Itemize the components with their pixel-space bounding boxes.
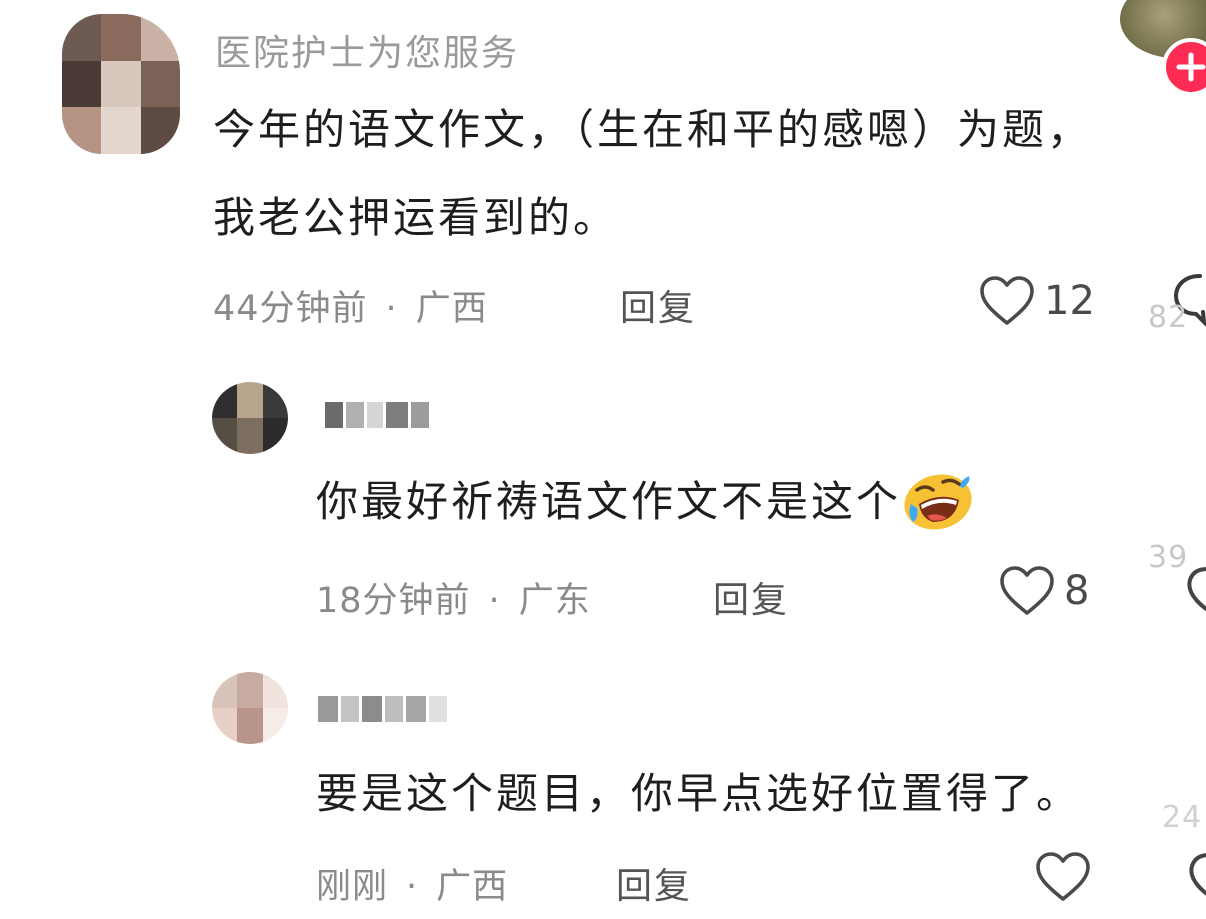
like-icon[interactable] <box>1178 560 1206 620</box>
heart-icon <box>1036 852 1090 901</box>
heart-icon <box>1000 566 1054 615</box>
partial-count: 24 <box>1162 800 1203 835</box>
avatar-pixel <box>101 14 141 61</box>
rolling-on-floor-laughing-emoji <box>904 474 972 530</box>
reply-button[interactable]: 回复 <box>616 857 692 909</box>
like-icon[interactable] <box>1180 846 1206 906</box>
heart-icon <box>980 276 1034 325</box>
avatar-pixel <box>262 708 288 744</box>
avatar-pixel <box>212 708 238 744</box>
avatar-pixel <box>237 672 263 708</box>
reply-username[interactable] <box>318 696 447 722</box>
avatar-pixel <box>212 672 238 708</box>
avatar-pixel <box>212 382 238 418</box>
avatar-pixel <box>62 107 102 154</box>
meta-separator: · <box>406 867 419 907</box>
comment-region: 广西 <box>436 867 509 907</box>
avatar-pixel <box>237 382 263 418</box>
avatar-pixel <box>262 418 288 454</box>
partial-count: 82 <box>1148 300 1189 335</box>
like-button[interactable]: 8 <box>998 564 1089 618</box>
comment-text: 我老公押运看到的。 <box>213 193 619 242</box>
comment-section: 82 39 24 医院护士为您服务 今年的语文作文，（生在和平的感嗯）为题， 我… <box>0 0 1206 919</box>
avatar-pixel <box>140 60 180 108</box>
comment-meta: 18分钟前 · 广东 <box>316 572 591 623</box>
comment-text-body: 你最好祈祷语文作文不是这个 <box>316 477 902 526</box>
follow-plus-button[interactable] <box>1162 38 1206 96</box>
avatar-pixel <box>62 60 102 108</box>
avatar-pixel <box>140 107 180 154</box>
meta-separator: · <box>385 289 398 329</box>
comment-meta: 44分钟前 · 广西 <box>213 280 488 331</box>
like-count: 12 <box>1044 278 1095 324</box>
avatar-pixel <box>140 14 180 61</box>
comment-time: 44分钟前 <box>213 289 368 329</box>
comment-text: 要是这个题目，你早点选好位置得了。 <box>316 769 1082 818</box>
avatar[interactable] <box>62 14 180 154</box>
avatar-pixel <box>101 107 141 154</box>
reply-button[interactable]: 回复 <box>620 279 696 331</box>
comment-region: 广西 <box>415 289 488 329</box>
comment-region: 广东 <box>518 581 591 621</box>
comment-time: 18分钟前 <box>316 581 471 621</box>
like-button[interactable] <box>1034 850 1100 904</box>
avatar[interactable] <box>212 382 288 454</box>
like-button[interactable]: 12 <box>978 274 1095 328</box>
avatar-pixel <box>101 60 141 108</box>
reply-button[interactable]: 回复 <box>713 571 789 623</box>
reply-username[interactable] <box>325 402 429 428</box>
meta-separator: · <box>488 581 501 621</box>
avatar-pixel <box>62 14 102 61</box>
avatar-pixel <box>262 382 288 418</box>
like-count: 8 <box>1064 568 1090 614</box>
avatar[interactable] <box>212 672 288 744</box>
comment-username[interactable]: 医院护士为您服务 <box>215 24 519 76</box>
avatar-pixel <box>237 708 263 744</box>
avatar-pixel <box>237 418 263 454</box>
avatar-pixel <box>212 418 238 454</box>
comment-time: 刚刚 <box>316 867 389 907</box>
avatar-pixel <box>262 672 288 708</box>
comment-meta: 刚刚 · 广西 <box>316 858 508 909</box>
comment-text: 你最好祈祷语文作文不是这个 <box>316 474 973 530</box>
plus-icon <box>1176 52 1206 82</box>
comment-text: 今年的语文作文，（生在和平的感嗯）为题， <box>213 105 1093 154</box>
